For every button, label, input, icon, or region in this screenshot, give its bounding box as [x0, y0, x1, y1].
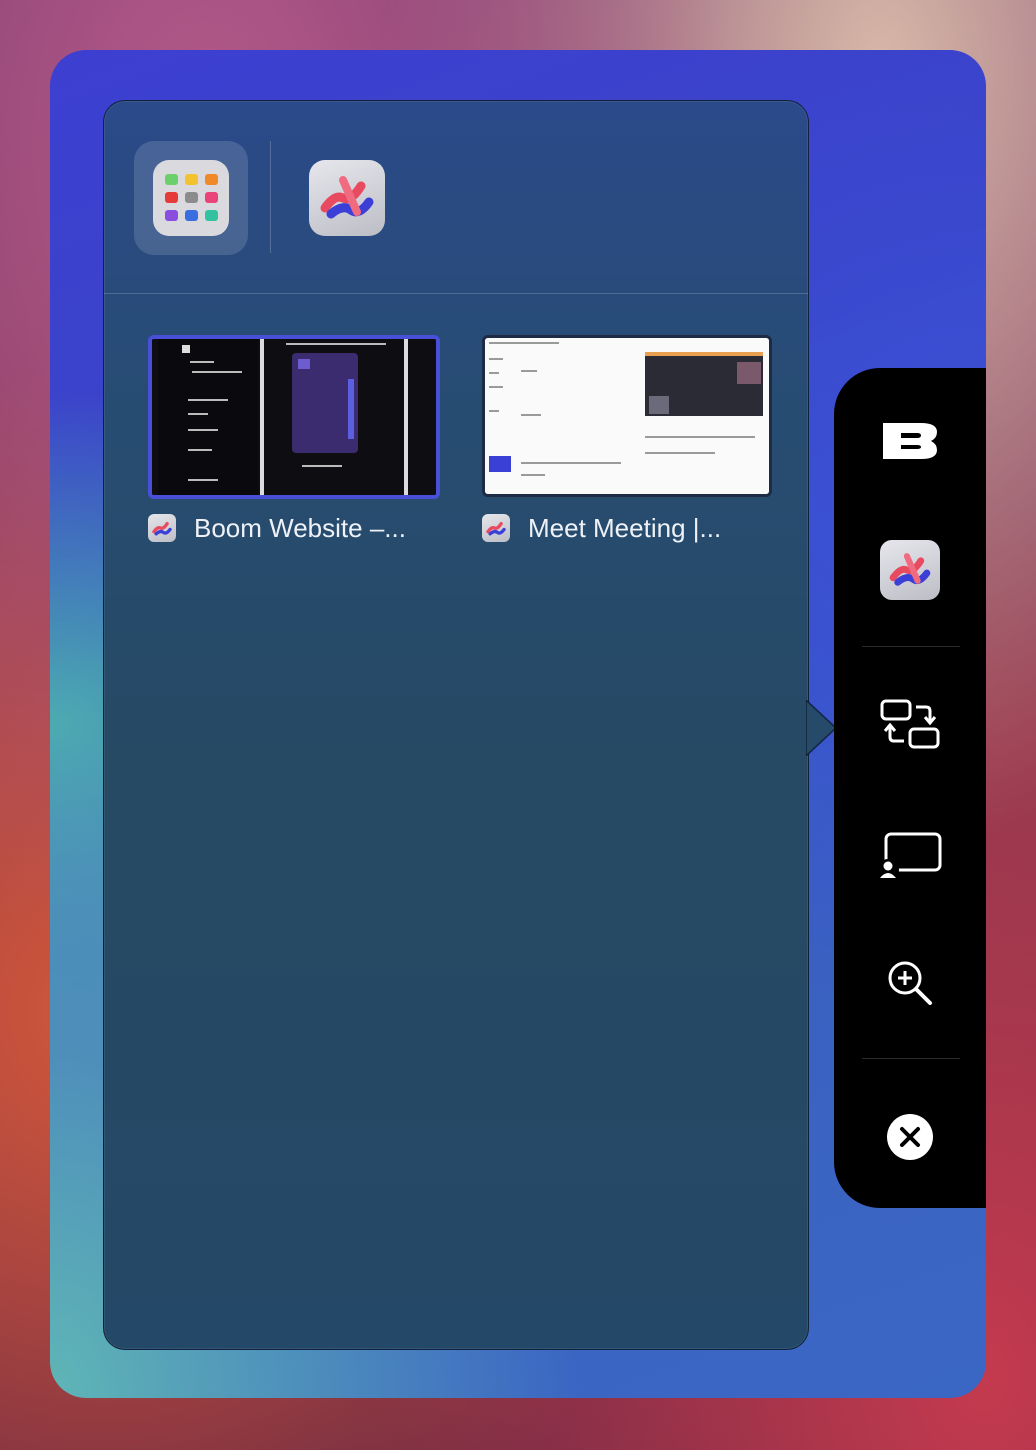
window-thumbnail-boom[interactable]: [148, 335, 440, 499]
app-grid-icon: [153, 160, 229, 236]
window-label-meet: Meet Meeting |...: [482, 511, 782, 545]
arc-browser-icon: [482, 514, 510, 542]
app-row: [104, 101, 808, 294]
boom-toolbar: [834, 368, 986, 1208]
zoom-button[interactable]: [834, 956, 986, 1010]
app-tile-launcher[interactable]: [134, 141, 248, 255]
close-button[interactable]: [834, 1110, 986, 1164]
window-title: Boom Website –...: [194, 512, 406, 543]
window-switcher-panel: Boom Website –... Meet Meeting |...: [103, 100, 809, 1350]
switch-windows-icon: [880, 699, 940, 749]
toolbar-divider: [862, 646, 960, 647]
zoom-in-icon: [888, 961, 932, 1005]
panel-pointer: [806, 700, 836, 756]
switch-windows-button[interactable]: [834, 694, 986, 756]
boom-b-logo-icon[interactable]: [834, 416, 986, 466]
arc-app-button[interactable]: [834, 538, 986, 602]
screen-share-icon: [877, 832, 942, 881]
close-icon: [887, 1114, 933, 1160]
toolbar-divider: [862, 1058, 960, 1059]
arc-browser-icon: [880, 540, 940, 600]
app-tile-arc[interactable]: [290, 141, 404, 255]
window-thumbnail-meet[interactable]: [482, 335, 772, 497]
app-row-divider: [270, 141, 271, 253]
arc-browser-icon: [148, 514, 176, 542]
share-screen-button[interactable]: [834, 828, 986, 884]
window-label-boom: Boom Website –...: [148, 511, 448, 545]
window-title: Meet Meeting |...: [528, 512, 722, 543]
arc-browser-icon: [309, 160, 385, 236]
